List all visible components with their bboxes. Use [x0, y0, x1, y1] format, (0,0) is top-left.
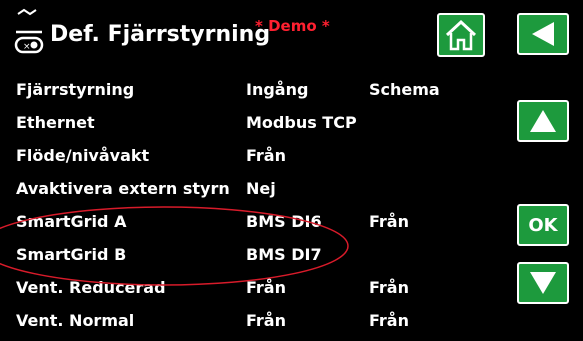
back-button[interactable]: [517, 13, 569, 55]
demo-label: * Demo *: [255, 17, 330, 35]
settings-row[interactable]: SmartGrid B BMS DI7: [0, 245, 510, 275]
row-label: SmartGrid A: [16, 212, 127, 231]
remote-switch-icon: ×: [14, 8, 44, 54]
row-label: Fjärrstyrning: [16, 80, 135, 99]
up-arrow-icon: [530, 110, 556, 132]
row-label: Avaktivera extern styrn: [16, 179, 230, 198]
row-value[interactable]: Från: [246, 146, 286, 165]
page-title: Def. Fjärrstyrning: [50, 22, 271, 47]
row-value[interactable]: Ingång: [246, 80, 308, 99]
row-value[interactable]: Nej: [246, 179, 276, 198]
settings-row[interactable]: SmartGrid A BMS DI6 Från: [0, 212, 510, 242]
settings-row[interactable]: Ethernet Modbus TCP: [0, 113, 510, 143]
row-extra[interactable]: Från: [369, 212, 409, 231]
row-label: Ethernet: [16, 113, 95, 132]
row-extra[interactable]: Schema: [369, 80, 440, 99]
row-extra[interactable]: Från: [369, 278, 409, 297]
back-arrow-icon: [532, 22, 554, 46]
row-value[interactable]: Modbus TCP: [246, 113, 357, 132]
settings-row[interactable]: Flöde/nivåvakt Från: [0, 146, 510, 176]
svg-text:×: ×: [23, 42, 31, 52]
settings-row[interactable]: Avaktivera extern styrn Nej: [0, 179, 510, 209]
settings-row[interactable]: Fjärrstyrning Ingång Schema: [0, 80, 510, 110]
row-value[interactable]: BMS DI6: [246, 212, 322, 231]
row-value[interactable]: BMS DI7: [246, 245, 322, 264]
home-icon: [445, 19, 477, 51]
row-extra[interactable]: Från: [369, 311, 409, 330]
row-value[interactable]: Från: [246, 311, 286, 330]
row-label: SmartGrid B: [16, 245, 127, 264]
row-label: Vent. Normal: [16, 311, 135, 330]
settings-row[interactable]: Vent. Reducerad Från Från: [0, 278, 510, 308]
scroll-up-button[interactable]: [517, 100, 569, 142]
down-arrow-icon: [530, 272, 556, 294]
row-label: Vent. Reducerad: [16, 278, 166, 297]
ok-button[interactable]: OK: [517, 204, 569, 246]
row-label: Flöde/nivåvakt: [16, 146, 150, 165]
row-value[interactable]: Från: [246, 278, 286, 297]
settings-row[interactable]: Vent. Normal Från Från: [0, 311, 510, 341]
scroll-down-button[interactable]: [517, 262, 569, 304]
home-button[interactable]: [437, 13, 485, 57]
